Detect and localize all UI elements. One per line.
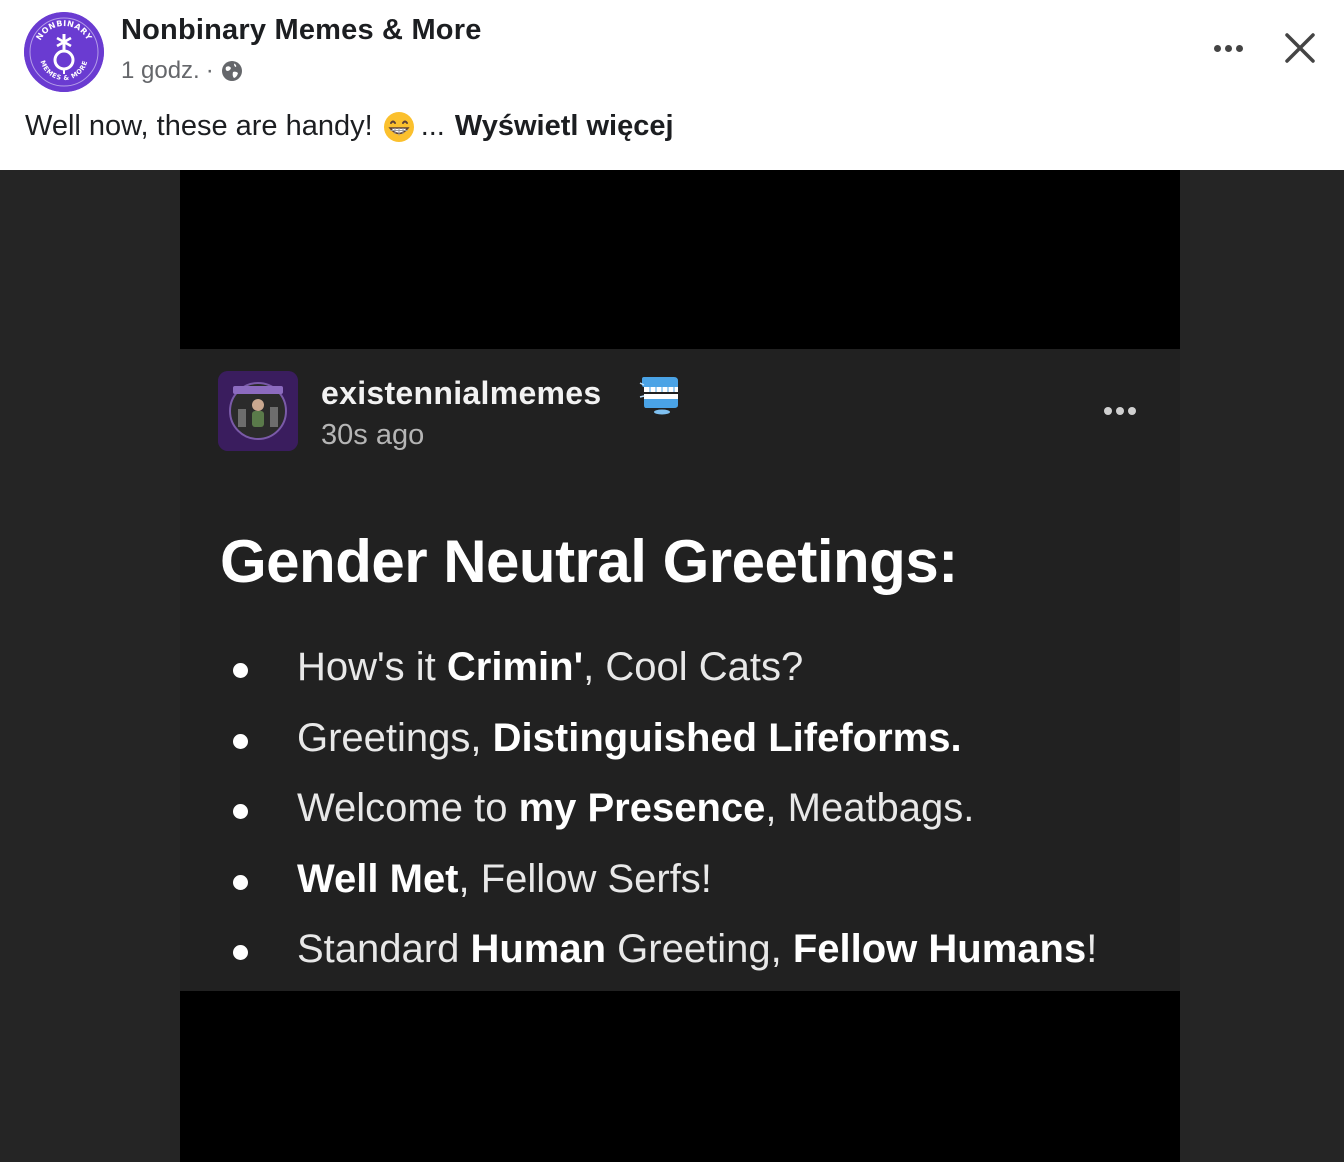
post-media[interactable]: existennialmemes 30s ago Gender Neutral … xyxy=(0,170,1344,1162)
greeting-text: Welcome to xyxy=(297,786,519,830)
greeting-text: Fellow Humans xyxy=(792,927,1087,971)
see-more-link[interactable]: Wyświetl więcej xyxy=(455,110,674,143)
post-meta: 1 godz. · xyxy=(121,57,244,85)
blog-more-dot xyxy=(1104,407,1112,415)
greeting-item: Well Met, Fellow Serfs! xyxy=(230,857,1097,928)
bullet-icon xyxy=(233,945,248,960)
post-caption: Well now, these are handy! ... Wyświetl … xyxy=(25,110,674,143)
greeting-item: How's it Crimin', Cool Cats? xyxy=(230,645,1097,716)
blog-avatar-image xyxy=(218,371,298,451)
post-options-button[interactable] xyxy=(1206,30,1250,66)
greeting-text: , Meatbags. xyxy=(765,786,975,830)
blog-name: existennialmemes xyxy=(321,375,602,411)
post-header: NONBINARY MEMES & MORE Nonbinary Memes &… xyxy=(0,0,1344,170)
greeting-text: Human xyxy=(470,927,607,971)
greeting-text: ! xyxy=(1086,927,1098,971)
greeting-text: Standard xyxy=(297,927,471,971)
bullet-icon xyxy=(233,733,248,749)
grinning-face-icon xyxy=(383,111,414,142)
page-name[interactable]: Nonbinary Memes & More xyxy=(121,14,482,47)
blog-avatar xyxy=(218,371,298,451)
greeting-text: , Fellow Serfs! xyxy=(458,856,712,901)
blog-more-icon xyxy=(1098,401,1142,421)
greetings-title: Gender Neutral Greetings: xyxy=(220,528,958,595)
media-frame: existennialmemes 30s ago Gender Neutral … xyxy=(180,170,1180,1162)
page-avatar[interactable]: NONBINARY MEMES & MORE xyxy=(24,12,104,92)
blog-more-dot xyxy=(1116,407,1124,415)
bullet-icon xyxy=(233,663,248,678)
greeting-text: , Cool Cats? xyxy=(583,645,804,689)
greeting-text: Distinguished Lifeforms. xyxy=(492,715,962,760)
greetings-list: How's it Crimin', Cool Cats? Greetings, D… xyxy=(230,645,1097,998)
close-icon[interactable] xyxy=(1278,26,1322,70)
greeting-text: my Presence xyxy=(518,786,766,830)
greeting-text: Greeting, xyxy=(606,927,793,971)
greeting-text: Crimin' xyxy=(446,645,584,689)
blog-more-dot xyxy=(1128,407,1136,415)
tumblr-post-screenshot: existennialmemes 30s ago Gender Neutral … xyxy=(180,349,1180,991)
more-dot xyxy=(1224,44,1232,52)
more-dots-icon xyxy=(1213,44,1221,52)
greeting-text: How's it xyxy=(297,645,447,689)
meta-separator: · xyxy=(205,57,214,84)
chattering-teeth-icon xyxy=(639,377,678,415)
greeting-text: Well Met xyxy=(297,856,459,901)
nonbinary-logo-icon: NONBINARY MEMES & MORE xyxy=(24,12,104,92)
greeting-item: Greetings, Distinguished Lifeforms. xyxy=(230,716,1097,787)
bullet-icon xyxy=(233,804,248,819)
caption-ellipsis: ... xyxy=(420,110,445,142)
caption-text: Well now, these are handy! xyxy=(25,110,373,142)
greeting-text: Greetings, xyxy=(297,715,493,760)
blog-post-time: 30s ago xyxy=(321,419,425,451)
globe-icon xyxy=(221,61,242,81)
greeting-item: Welcome to my Presence, Meatbags. xyxy=(230,786,1097,857)
post-time[interactable]: 1 godz. xyxy=(121,57,200,85)
more-dot xyxy=(1235,44,1243,52)
greeting-item: Standard Human Greeting, Fellow Humans! xyxy=(230,927,1097,998)
bullet-icon xyxy=(233,874,248,890)
